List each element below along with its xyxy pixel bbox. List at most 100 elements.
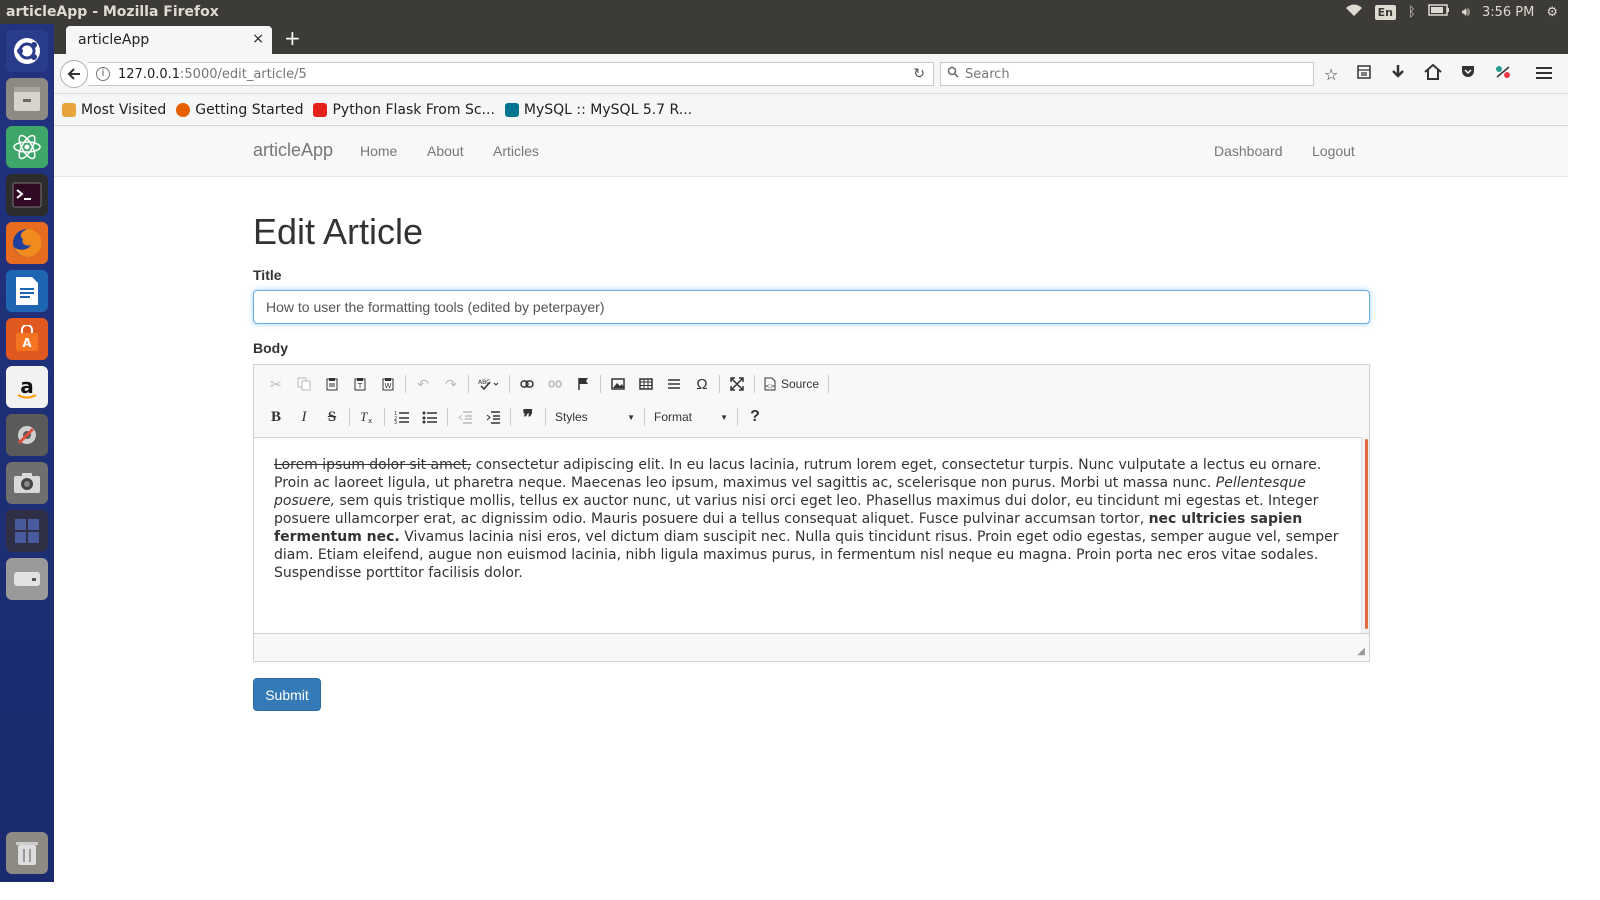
new-tab-button[interactable]: +	[284, 28, 301, 48]
bookmark-mysql[interactable]: MySQL :: MySQL 5.7 R...	[504, 101, 693, 118]
bold-icon[interactable]: B	[262, 404, 290, 430]
pocket-icon[interactable]	[1460, 64, 1476, 84]
cut-icon[interactable]: ✂	[262, 371, 290, 397]
mysql-favicon-icon	[504, 102, 519, 117]
writer-icon[interactable]	[6, 270, 48, 312]
format-dropdown[interactable]: Format ▼	[648, 405, 734, 429]
firefox-icon[interactable]	[6, 222, 48, 264]
svg-text:W: W	[385, 382, 392, 390]
styles-dropdown[interactable]: Styles ▼	[549, 405, 641, 429]
strikethrough-icon[interactable]: S	[318, 404, 346, 430]
folder-icon	[62, 102, 76, 117]
blockquote-icon[interactable]: ❞	[514, 404, 542, 430]
settings-icon[interactable]	[6, 414, 48, 456]
nav-about[interactable]: About	[427, 143, 464, 159]
svg-text:3: 3	[394, 420, 397, 424]
bookmark-label: Most Visited	[81, 101, 167, 118]
source-button[interactable]: <> Source	[758, 377, 825, 391]
terminal-icon[interactable]	[6, 174, 48, 216]
files-icon[interactable]	[6, 78, 48, 120]
back-button[interactable]	[60, 60, 88, 88]
reload-icon[interactable]: ↻	[913, 66, 925, 82]
tab-strip: articleApp × +	[54, 24, 1568, 54]
svg-text:T: T	[360, 410, 368, 424]
spellcheck-icon[interactable]: ABC	[472, 371, 506, 397]
numbered-list-icon[interactable]: 123	[388, 404, 416, 430]
svg-text:x: x	[368, 417, 372, 424]
italic-icon[interactable]: I	[290, 404, 318, 430]
image-icon[interactable]	[604, 371, 632, 397]
unity-launcher: A a	[0, 24, 54, 882]
editor-content-area[interactable]: Lorem ipsum dolor sit amet, consectetur …	[254, 437, 1363, 633]
maximize-icon[interactable]	[723, 371, 751, 397]
bookmark-most-visited[interactable]: Most Visited	[62, 102, 166, 118]
workspace-icon[interactable]	[6, 510, 48, 552]
caret-down-icon: ▼	[720, 412, 728, 422]
link-icon[interactable]	[513, 371, 541, 397]
camera-icon[interactable]	[6, 462, 48, 504]
url-bar[interactable]: i 127.0.0.1:5000/edit_article/5 ↻	[88, 62, 934, 86]
site-brand[interactable]: articleApp	[253, 140, 333, 161]
software-center-icon[interactable]: A	[6, 318, 48, 360]
url-path: :5000/edit_article/5	[180, 66, 307, 82]
power-gear-icon[interactable]: ⚙	[1546, 5, 1558, 20]
menu-hamburger-icon[interactable]	[1536, 65, 1553, 84]
bookmark-label: Getting Started	[195, 101, 304, 118]
reading-list-icon[interactable]	[1356, 64, 1372, 84]
bluetooth-icon[interactable]: ᛒ	[1408, 5, 1416, 20]
tab-articleapp[interactable]: articleApp ×	[66, 26, 272, 54]
remove-format-icon[interactable]: Tx	[353, 404, 381, 430]
web-page: articleApp Home About Articles Dashboard…	[54, 126, 1568, 882]
downloads-icon[interactable]	[1390, 64, 1406, 84]
keyboard-layout-indicator[interactable]: En	[1374, 4, 1396, 20]
nav-logout[interactable]: Logout	[1312, 143, 1355, 159]
editor-scrollbar-thumb[interactable]	[1365, 439, 1368, 629]
site-info-icon[interactable]: i	[96, 67, 110, 81]
trash-icon[interactable]	[6, 832, 48, 874]
atom-icon[interactable]	[6, 126, 48, 168]
bookmark-label: MySQL :: MySQL 5.7 R...	[523, 101, 693, 118]
toolbar-separator	[737, 408, 738, 426]
horizontal-line-icon[interactable]	[660, 371, 688, 397]
copy-icon[interactable]	[290, 371, 318, 397]
paste-text-icon[interactable]: T	[346, 371, 374, 397]
volume-icon[interactable]: 🔊︎	[1462, 5, 1470, 20]
decrease-indent-icon[interactable]	[451, 404, 479, 430]
nav-dashboard[interactable]: Dashboard	[1214, 143, 1283, 159]
editor-toolbar-row-2: B I S Tx 123 ❞ Styles ▼ Format ▼ ?	[262, 403, 769, 431]
title-label: Title	[253, 267, 282, 283]
table-icon[interactable]	[632, 371, 660, 397]
resize-grip-icon[interactable]: ◢	[1357, 646, 1365, 657]
close-tab-icon[interactable]: ×	[252, 31, 264, 47]
nav-home[interactable]: Home	[360, 143, 397, 159]
ubuntu-dash-icon[interactable]	[6, 30, 48, 72]
anchor-flag-icon[interactable]	[569, 371, 597, 397]
toolbar-separator	[644, 408, 645, 426]
home-icon[interactable]	[1424, 63, 1443, 84]
browser-toolbar-buttons: ☆	[1324, 62, 1553, 86]
nav-articles[interactable]: Articles	[493, 143, 539, 159]
wifi-icon[interactable]	[1345, 3, 1363, 21]
extension-icon[interactable]	[1494, 64, 1512, 84]
drive-icon[interactable]	[6, 558, 48, 600]
battery-icon[interactable]	[1428, 4, 1450, 20]
increase-indent-icon[interactable]	[479, 404, 507, 430]
bookmark-getting-started[interactable]: Getting Started	[176, 102, 303, 118]
toolbar-separator	[384, 408, 385, 426]
unlink-icon[interactable]	[541, 371, 569, 397]
clock[interactable]: 3:56 PM	[1482, 5, 1534, 20]
title-input[interactable]	[253, 290, 1370, 324]
youtube-favicon-icon	[313, 102, 328, 117]
search-bar[interactable]: Search	[940, 62, 1314, 86]
undo-icon[interactable]: ↶	[409, 371, 437, 397]
special-character-icon[interactable]: Ω	[688, 371, 716, 397]
bookmark-python-flask[interactable]: Python Flask From Sc...	[313, 102, 495, 118]
help-icon[interactable]: ?	[741, 404, 769, 430]
paste-icon[interactable]	[318, 371, 346, 397]
redo-icon[interactable]: ↷	[437, 371, 465, 397]
submit-button[interactable]: Submit	[253, 678, 321, 711]
amazon-icon[interactable]: a	[6, 366, 48, 408]
bulleted-list-icon[interactable]	[416, 404, 444, 430]
paste-from-word-icon[interactable]: W	[374, 371, 402, 397]
bookmark-star-icon[interactable]: ☆	[1324, 65, 1338, 84]
